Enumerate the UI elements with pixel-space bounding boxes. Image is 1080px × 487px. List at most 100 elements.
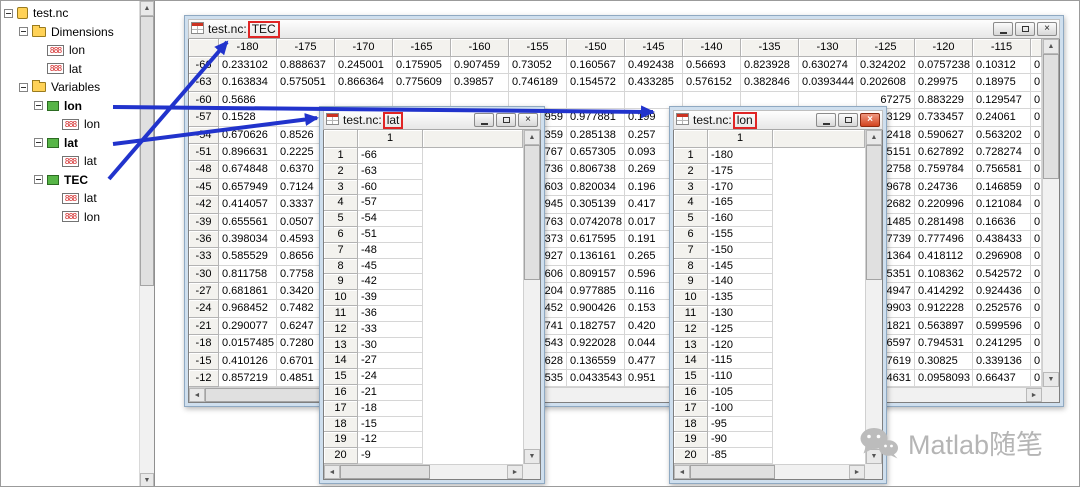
column-header[interactable]: -125 xyxy=(857,39,915,57)
table-cell[interactable]: -48 xyxy=(358,242,423,259)
table-cell[interactable]: 0.576152 xyxy=(683,74,741,92)
table-cell[interactable]: -95 xyxy=(708,416,773,433)
table-cell[interactable]: 0.285138 xyxy=(567,126,625,144)
table-cell[interactable]: 0 xyxy=(1031,352,1042,371)
table-cell[interactable]: 0 xyxy=(1031,74,1042,92)
column-header[interactable]: -140 xyxy=(683,39,741,57)
table-cell[interactable]: -100 xyxy=(708,400,773,417)
scrollbar-track[interactable] xyxy=(340,465,507,479)
row-number[interactable]: 12 xyxy=(324,321,358,338)
table-cell[interactable]: 0.233102 xyxy=(219,57,277,75)
table-cell[interactable]: 0.182757 xyxy=(567,317,625,336)
row-number[interactable]: 1 xyxy=(324,148,358,164)
minimize-button[interactable] xyxy=(816,113,836,127)
table-cell[interactable]: 0 xyxy=(1031,213,1042,231)
table-cell[interactable]: 0.728274 xyxy=(973,143,1031,162)
row-header[interactable]: -12 xyxy=(189,370,219,387)
table-cell[interactable]: 0.657949 xyxy=(219,178,277,197)
row-header[interactable]: -33 xyxy=(189,248,219,266)
table-cell[interactable]: 0.202608 xyxy=(857,74,915,92)
row-number[interactable]: 7 xyxy=(324,242,358,259)
table-cell[interactable]: 0.24061 xyxy=(973,109,1031,127)
table-cell[interactable]: 0.759784 xyxy=(915,161,973,179)
tree-item-tec[interactable]: TEC xyxy=(1,171,139,190)
table-cell[interactable]: 0.0393444 xyxy=(799,74,857,92)
horizontal-scrollbar[interactable]: ◄ ► xyxy=(674,464,865,479)
row-number[interactable]: 12 xyxy=(674,321,708,338)
row-number[interactable]: 2 xyxy=(324,163,358,180)
table-cell[interactable]: 0.575051 xyxy=(277,74,335,92)
row-header[interactable]: -42 xyxy=(189,196,219,214)
tree-item-variables[interactable]: Variables xyxy=(1,78,139,97)
table-cell[interactable]: 0.924436 xyxy=(973,283,1031,301)
row-number[interactable]: 15 xyxy=(674,369,708,385)
table-cell[interactable]: 0 xyxy=(1031,196,1042,214)
table-cell[interactable]: -36 xyxy=(358,305,423,322)
table-cell[interactable]: -24 xyxy=(358,369,423,385)
table-cell[interactable]: 0.590627 xyxy=(915,126,973,144)
table-cell[interactable]: 0.146859 xyxy=(973,178,1031,197)
column-header[interactable]: 1 xyxy=(708,130,773,148)
row-header[interactable]: -30 xyxy=(189,265,219,284)
table-cell[interactable]: 0.0958093 xyxy=(915,370,973,387)
table-cell[interactable]: 0.296908 xyxy=(973,248,1031,266)
tree-item-lat[interactable]: 888 lat xyxy=(1,60,139,79)
table-cell[interactable]: 0.968452 xyxy=(219,300,277,318)
column-header[interactable]: -175 xyxy=(277,39,335,57)
row-header[interactable]: -36 xyxy=(189,230,219,249)
table-cell[interactable]: 0.56693 xyxy=(683,57,741,75)
table-cell[interactable]: 0.681861 xyxy=(219,283,277,301)
scrollbar-track[interactable] xyxy=(524,145,540,449)
horizontal-scrollbar[interactable]: ◄ ► xyxy=(324,464,523,479)
table-cell[interactable]: 0.252576 xyxy=(973,300,1031,318)
table-cell[interactable]: 0.866364 xyxy=(335,74,393,92)
row-number[interactable]: 19 xyxy=(674,432,708,449)
table-cell[interactable]: 0 xyxy=(1031,126,1042,144)
table-cell[interactable]: 0.820034 xyxy=(567,178,625,197)
table-cell[interactable]: 0.136161 xyxy=(567,248,625,266)
expander-icon[interactable] xyxy=(34,175,43,185)
table-cell[interactable]: 0.542572 xyxy=(973,265,1031,284)
table-cell[interactable]: 0.245001 xyxy=(335,57,393,75)
row-number[interactable]: 14 xyxy=(674,353,708,370)
tree-item-test.nc[interactable]: test.nc xyxy=(1,4,139,23)
table-cell[interactable]: -125 xyxy=(708,321,773,338)
table-cell[interactable]: 0.382846 xyxy=(741,74,799,92)
table-cell[interactable]: 0.617595 xyxy=(567,230,625,249)
scroll-right-button[interactable]: ► xyxy=(849,465,865,479)
expander-icon[interactable] xyxy=(34,101,43,111)
table-cell[interactable]: -51 xyxy=(358,226,423,243)
tree-item-lon[interactable]: lon xyxy=(1,97,139,116)
table-cell[interactable]: 0.777496 xyxy=(915,230,973,249)
table-cell[interactable]: -27 xyxy=(358,353,423,370)
close-button[interactable]: × xyxy=(860,113,880,127)
table-cell[interactable]: -54 xyxy=(358,211,423,227)
table-cell[interactable]: 0.912228 xyxy=(915,300,973,318)
tree-item-lat[interactable]: 888 lat xyxy=(1,152,139,171)
tree-item-lon[interactable]: 888 lon xyxy=(1,41,139,60)
table-cell[interactable]: 0.10312 xyxy=(973,57,1031,75)
tree-item-lon[interactable]: 888 lon xyxy=(1,208,139,227)
row-number[interactable]: 2 xyxy=(674,163,708,180)
row-header[interactable]: -39 xyxy=(189,213,219,231)
table-cell[interactable]: 0.811758 xyxy=(219,265,277,284)
table-cell[interactable]: 0.108362 xyxy=(915,265,973,284)
table-cell[interactable]: -42 xyxy=(358,274,423,291)
column-header[interactable]: 1 xyxy=(358,130,423,148)
table-cell[interactable]: 0 xyxy=(1031,230,1042,249)
table-cell[interactable]: 0.627892 xyxy=(915,143,973,162)
scrollbar-track[interactable] xyxy=(866,145,882,449)
table-cell[interactable]: 0.433285 xyxy=(625,74,683,92)
table-cell[interactable]: 0 xyxy=(1031,283,1042,301)
table-cell[interactable]: 0.121084 xyxy=(973,196,1031,214)
table-cell[interactable]: 0.657305 xyxy=(567,143,625,162)
scroll-left-button[interactable]: ◄ xyxy=(189,388,205,402)
row-number[interactable]: 20 xyxy=(324,448,358,464)
tree-item-dimensions[interactable]: Dimensions xyxy=(1,23,139,42)
table-cell[interactable]: -63 xyxy=(358,163,423,180)
scroll-down-button[interactable]: ▼ xyxy=(524,449,540,464)
table-cell[interactable]: 0.66437 xyxy=(973,370,1031,387)
row-header[interactable]: -63 xyxy=(189,74,219,92)
row-header[interactable]: -57 xyxy=(189,109,219,127)
close-button[interactable]: × xyxy=(518,113,538,127)
